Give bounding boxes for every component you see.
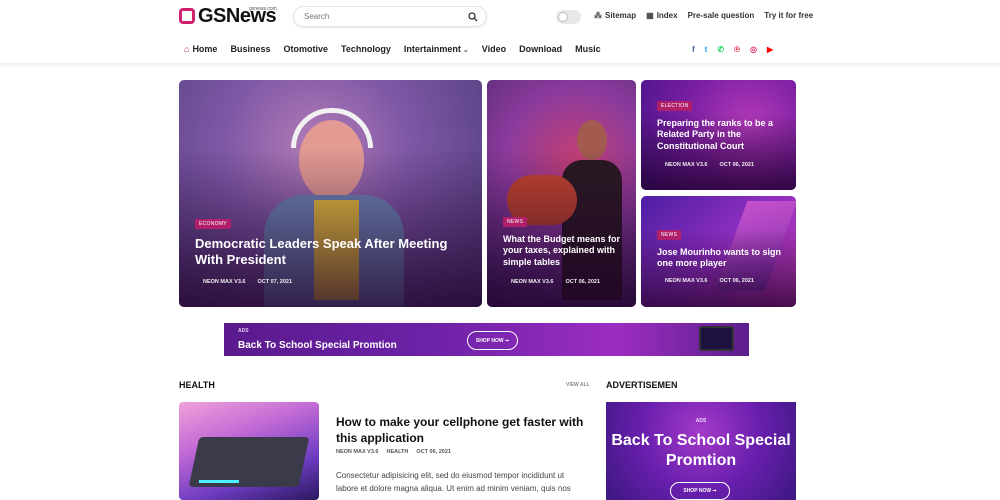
facebook-icon[interactable]: f <box>692 45 695 54</box>
index-link[interactable]: ▦ Index <box>646 11 677 20</box>
car-light <box>199 480 239 483</box>
article-title[interactable]: How to make your cellphone get faster wi… <box>336 415 586 446</box>
date: OCT 06, 2021 <box>719 278 755 284</box>
category[interactable]: HEALTH <box>386 449 408 455</box>
view-all-link[interactable]: VIEW ALL <box>566 382 590 388</box>
ad-label: ADS <box>238 328 249 334</box>
nav-item-music[interactable]: Music <box>575 44 601 54</box>
logo-subtext: gsnews.com <box>249 6 277 12</box>
sitemap-label: Sitemap <box>605 11 637 20</box>
index-label: Index <box>656 11 678 20</box>
author: NEON MAX V3.6 <box>665 278 708 284</box>
home-icon: ⌂ <box>184 44 190 54</box>
sitemap-link[interactable]: ⁂ Sitemap <box>594 11 636 20</box>
hero-title[interactable]: Preparing the ranks to be a Related Part… <box>657 118 787 152</box>
article-thumbnail[interactable] <box>179 402 319 500</box>
nav-items: ⌂ Home Business Otomotive Technology Int… <box>184 44 601 54</box>
date: OCT 06, 2021 <box>565 279 601 285</box>
twitter-icon[interactable]: t <box>705 45 708 54</box>
hero-meta: NEON MAX V3.6 OCT 07, 2021 <box>203 279 292 285</box>
nav-label: Home <box>192 44 218 54</box>
section-title-advert: ADVERTISEMEN <box>606 380 678 390</box>
site-logo[interactable]: GSNews gsnews.com <box>179 6 277 26</box>
date: OCT 06, 2021 <box>416 449 451 455</box>
author: NEON MAX V3.6 <box>511 279 554 285</box>
hero-title[interactable]: Democratic Leaders Speak After Meeting W… <box>195 236 465 269</box>
laptop-image <box>699 326 734 351</box>
hero-card-main[interactable]: ECONOMY Democratic Leaders Speak After M… <box>179 80 482 307</box>
try-free-link[interactable]: Try it for free <box>764 11 813 20</box>
section-title-health: HEALTH <box>179 380 215 390</box>
author: NEON MAX V3.6 <box>665 162 708 168</box>
nav-item-business[interactable]: Business <box>230 44 270 54</box>
hero-title[interactable]: Jose Mourinho wants to sign one more pla… <box>657 247 787 270</box>
sidebar-ad[interactable]: ADS Back To School Special Promtion SHOP… <box>606 402 796 500</box>
hero-meta: NEON MAX V3.6 OCT 06, 2021 <box>511 279 600 285</box>
shop-now-button[interactable]: SHOP NOW ➞ <box>670 482 730 500</box>
nav-item-intertainment[interactable]: Intertainment ⌄ <box>404 44 469 54</box>
hero-card-4[interactable]: NEWS Jose Mourinho wants to sign one mor… <box>641 196 796 307</box>
search-icon[interactable] <box>468 12 478 22</box>
date: OCT 06, 2021 <box>719 162 755 168</box>
ad-title: Back To School Special Promtion <box>238 340 397 351</box>
nav-item-technology[interactable]: Technology <box>341 44 391 54</box>
category-badge[interactable]: NEWS <box>657 230 682 240</box>
moon-icon <box>558 12 568 22</box>
dark-mode-toggle[interactable] <box>556 10 581 24</box>
hero-title[interactable]: What the Budget means for your taxes, ex… <box>503 234 623 268</box>
category-badge[interactable]: ECONOMY <box>195 219 231 229</box>
nav-item-home[interactable]: ⌂ Home <box>184 44 217 54</box>
category-badge[interactable]: ELECTION <box>657 101 693 111</box>
ad-label: ADS <box>695 418 707 424</box>
search-box <box>293 6 487 27</box>
nav-item-download[interactable]: Download <box>519 44 562 54</box>
headphones-image <box>291 108 373 148</box>
category-badge[interactable]: NEWS <box>503 217 528 227</box>
nav-label: Intertainment <box>403 44 461 54</box>
logo-icon <box>179 8 195 24</box>
ad-title: Back To School Special Promtion <box>611 432 791 469</box>
chevron-down-icon: ⌄ <box>462 47 469 54</box>
top-bar: GSNews gsnews.com ⁂ Sitemap ▦ Index Pre-… <box>0 0 1000 34</box>
nav-item-video[interactable]: Video <box>482 44 506 54</box>
author: NEON MAX V3.6 <box>203 279 246 285</box>
shop-now-button[interactable]: SHOP NOW ➞ <box>467 331 518 350</box>
pinterest-icon[interactable]: ℗ <box>734 45 740 54</box>
sitemap-icon: ⁂ <box>594 11 602 20</box>
date: OCT 07, 2021 <box>257 279 293 285</box>
nav-item-otomotive[interactable]: Otomotive <box>283 44 328 54</box>
presale-link[interactable]: Pre-sale question <box>688 11 755 20</box>
social-links: f t ✆ ℗ ◎ ▶ <box>692 45 773 54</box>
youtube-icon[interactable]: ▶ <box>767 45 773 54</box>
whatsapp-icon[interactable]: ✆ <box>717 45 724 54</box>
hero-meta: NEON MAX V3.6 OCT 06, 2021 <box>665 162 754 168</box>
hero-card-2[interactable]: NEWS What the Budget means for your taxe… <box>487 80 636 307</box>
author: NEON MAX V3.6 <box>336 449 379 455</box>
main-nav: ⌂ Home Business Otomotive Technology Int… <box>0 36 1000 64</box>
instagram-icon[interactable]: ◎ <box>750 45 757 54</box>
hero-meta: NEON MAX V3.6 OCT 06, 2021 <box>665 278 754 284</box>
search-input[interactable] <box>304 12 464 21</box>
index-icon: ▦ <box>646 11 654 20</box>
top-links: ⁂ Sitemap ▦ Index Pre-sale question Try … <box>594 11 813 20</box>
hero-card-3[interactable]: ELECTION Preparing the ranks to be a Rel… <box>641 80 796 190</box>
article-excerpt: Consectetur adipisicing elit, sed do eiu… <box>336 471 571 493</box>
article-meta: NEON MAX V3.6 HEALTH OCT 06, 2021 <box>336 449 451 455</box>
